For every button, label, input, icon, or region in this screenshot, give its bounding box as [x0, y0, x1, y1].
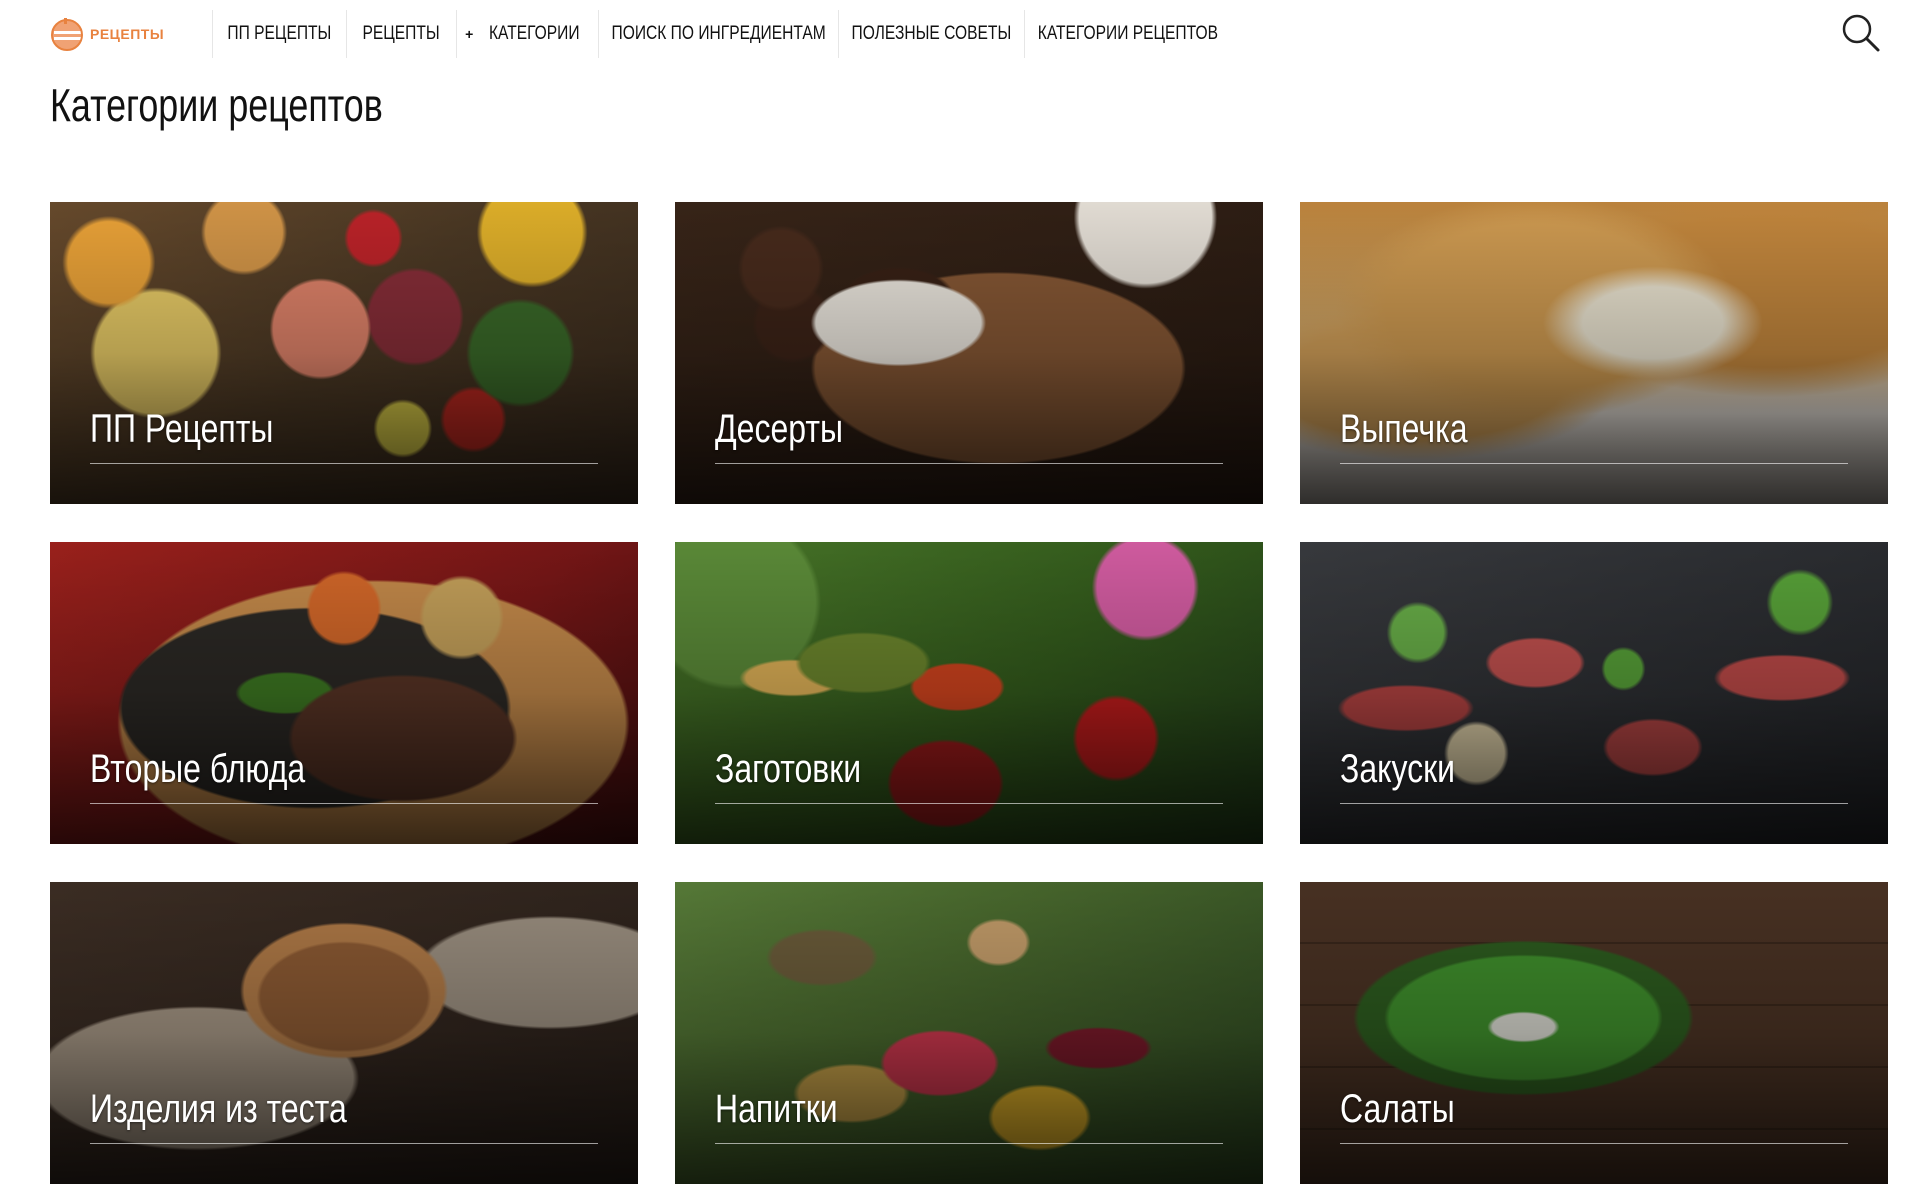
category-card-salads[interactable]: Салаты [1300, 882, 1888, 1184]
category-card-snacks[interactable]: Закуски [1300, 542, 1888, 844]
category-label: Выпечка [1340, 407, 1468, 451]
nav-item-label: КАТЕГОРИИ РЕЦЕПТОВ [1037, 23, 1218, 44]
main-nav: ПП РЕЦЕПТЫ РЕЦЕПТЫ + КАТЕГОРИИ ПОИСК ПО … [212, 10, 1230, 58]
site-header: РЕЦЕПТЫ ПП РЕЦЕПТЫ РЕЦЕПТЫ + КАТЕГОРИИ П… [0, 0, 1920, 66]
search-icon [1842, 14, 1880, 52]
category-label: Изделия из теста [90, 1087, 347, 1131]
category-label: Закуски [1340, 747, 1455, 791]
category-label: ПП Рецепты [90, 407, 274, 451]
category-card-preserves[interactable]: Заготовки [675, 542, 1263, 844]
nav-item-label: РЕЦЕПТЫ [362, 23, 441, 44]
category-grid: ПП Рецепты Десерты Выпечка Вторые блюда … [50, 202, 1888, 1184]
category-card-main-dishes[interactable]: Вторые блюда [50, 542, 638, 844]
divider [715, 463, 1223, 464]
nav-item-ingredient-search[interactable]: ПОИСК ПО ИНГРЕДИЕНТАМ [598, 10, 838, 58]
divider [1340, 463, 1848, 464]
category-card-desserts[interactable]: Десерты [675, 202, 1263, 504]
search-button[interactable] [1840, 12, 1882, 54]
divider [90, 1143, 598, 1144]
nav-item-label: КАТЕГОРИИ [489, 23, 580, 44]
nav-item-label: ПОИСК ПО ИНГРЕДИЕНТАМ [611, 23, 826, 44]
divider [90, 463, 598, 464]
plus-icon: + [465, 26, 474, 42]
divider [1340, 803, 1848, 804]
divider [90, 803, 598, 804]
nav-item-pp-recipes[interactable]: ПП РЕЦЕПТЫ [212, 10, 346, 58]
category-label: Вторые блюда [90, 747, 306, 791]
nav-item-recipes[interactable]: РЕЦЕПТЫ [346, 10, 456, 58]
nav-item-label: ПП РЕЦЕПТЫ [227, 23, 332, 44]
site-logo[interactable]: РЕЦЕПТЫ [50, 16, 164, 52]
divider [715, 803, 1223, 804]
category-card-pp-recipes[interactable]: ПП Рецепты [50, 202, 638, 504]
divider [715, 1143, 1223, 1144]
category-label: Заготовки [715, 747, 862, 791]
page-title: Категории рецептов [50, 79, 383, 131]
logo-text: РЕЦЕПТЫ [90, 26, 165, 42]
divider [1340, 1143, 1848, 1144]
category-label: Напитки [715, 1087, 838, 1131]
logo-icon [50, 16, 86, 52]
nav-item-categories[interactable]: + КАТЕГОРИИ [456, 10, 598, 58]
nav-item-label: ПОЛЕЗНЫЕ СОВЕТЫ [851, 23, 1012, 44]
category-card-dough-products[interactable]: Изделия из теста [50, 882, 638, 1184]
nav-item-useful-tips[interactable]: ПОЛЕЗНЫЕ СОВЕТЫ [838, 10, 1024, 58]
category-card-drinks[interactable]: Напитки [675, 882, 1263, 1184]
category-label: Салаты [1340, 1087, 1455, 1131]
nav-item-recipe-categories[interactable]: КАТЕГОРИИ РЕЦЕПТОВ [1024, 10, 1230, 58]
category-label: Десерты [715, 407, 844, 451]
category-card-baking[interactable]: Выпечка [1300, 202, 1888, 504]
